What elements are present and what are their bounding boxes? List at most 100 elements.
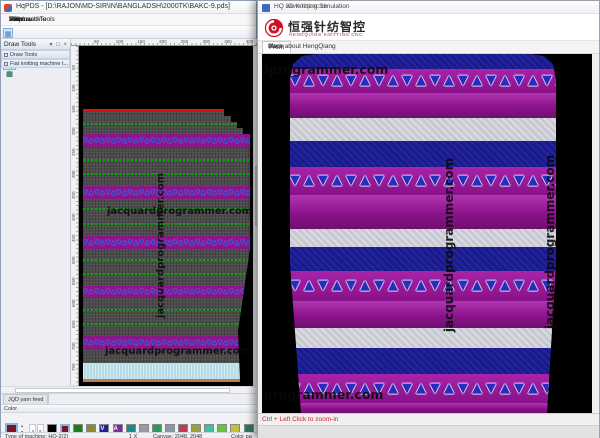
ruler-horizontal: 50100150200250300350400	[71, 39, 258, 46]
simulation-viewport[interactable]: ▼▲▼▲▼▲▼▲▼▲▼▲▼▲▼▲▼▲▼▲▼▲▼▲▼▲▼▲▼▲▼▲ ▼▲▼▲▼▲▼▲…	[262, 54, 592, 413]
hqpds-window-title: HqPDS - [D:\RAJON\MD-SIR\IN\BANGLADSH\20…	[16, 1, 230, 13]
watermark-text-vertical: jacquardprogrammer.com	[156, 161, 167, 331]
status-item: Type of machine: HQ-2(2)	[5, 434, 68, 438]
knit-row-line	[83, 123, 250, 125]
ruler-label: 750	[71, 363, 76, 371]
ruler-label: 600	[71, 299, 76, 307]
piece-band-hem	[83, 379, 250, 382]
color-panel-body: 1▴▾◂▸0123V4A56789101112131415	[1, 413, 258, 433]
simulated-fabric[interactable]: ▼▲▼▲▼▲▼▲▼▲▼▲▼▲▼▲▼▲▼▲▼▲▼▲▼▲▼▲▼▲▼▲ ▼▲▼▲▼▲▼▲…	[290, 54, 556, 413]
ruler-label: 300	[71, 170, 76, 178]
piece-band-motif: ▼▲▼▲▼▲▼▲▼▲▼▲▼▲▼▲▼▲▼▲▼▲▼▲▼▲▼▲▼▲▼▲▼▲▼▲▼▲▼▲…	[83, 286, 250, 298]
ruler-label: 250	[181, 39, 189, 44]
ruler-label: 100	[71, 84, 76, 92]
canvas-horizontal-scrollbar[interactable]	[1, 386, 258, 393]
simulation-app-icon	[262, 4, 270, 12]
menubar: FileEditViewAdvanced ToolsWindowHelpFlat…	[1, 14, 256, 26]
ruler-label: 300	[203, 39, 211, 44]
watermark-text-vertical: jacquardprogrammer.com	[442, 95, 456, 395]
watermark-text: jacquardprogrammer.com	[105, 346, 250, 357]
grid-2-icon[interactable]: ▦	[3, 28, 13, 38]
knit-row-line	[83, 323, 250, 325]
ruler-label: 350	[71, 191, 76, 199]
collapse-icon[interactable]	[4, 53, 8, 57]
fabric-band-navy	[290, 247, 556, 271]
piece-band-gray	[83, 199, 250, 236]
draw-tool-icon[interactable]: ●	[3, 68, 16, 79]
fabric-band-purple	[290, 195, 556, 229]
ruler-label: 650	[71, 320, 76, 328]
fabric-band-purple	[290, 93, 556, 118]
watermark-text: jacquardprogrammer.com	[262, 62, 388, 77]
piece-band-motif: ▼▲▼▲▼▲▼▲▼▲▼▲▼▲▼▲▼▲▼▲▼▲▼▲▼▲▼▲▼▲▼▲▼▲▼▲▼▲▼▲…	[83, 236, 250, 249]
panel-body: Draw Tools◉▭✏↰╲╲▭▧▢▭○◌◇✚◎◍○◈✏T▦▤✏▨▦▥◨◧◩◪…	[1, 50, 70, 68]
ruler-label: 350	[224, 39, 232, 44]
fabric-band-navy	[290, 141, 556, 167]
ruler-label: 100	[116, 39, 124, 44]
knit-row-line	[83, 159, 250, 161]
zoom-hint-text: Ctrl + Left Click to zoom-in	[262, 414, 338, 425]
pattern-canvas[interactable]: ▼▲▼▲▼▲▼▲▼▲▼▲▼▲▼▲▼▲▼▲▼▲▼▲▼▲▼▲▼▲▼▲▼▲▼▲▼▲▼▲…	[79, 46, 253, 386]
hqpds-window: HqPDS - [D:\RAJON\MD-SIR\IN\BANGLADSH\20…	[0, 0, 257, 438]
color-panel: Color 1▴▾◂▸0123V4A56789101112131415	[1, 404, 258, 432]
fabric-band-white	[290, 118, 556, 141]
ruler-label: 200	[71, 127, 76, 135]
brand-bar: 恒强针纺智控 HENGQIANG KNITTING CNC	[258, 14, 599, 41]
knit-row-line	[83, 223, 250, 225]
piece-band-motif: ▼▲▼▲▼▲▼▲▼▲▼▲▼▲▼▲▼▲▼▲▼▲▼▲▼▲▼▲▼▲▼▲▼▲▼▲▼▲▼▲…	[83, 134, 250, 148]
simulation-tabbar: FrontBackMore about HengQiang	[258, 41, 599, 54]
piece-band-gray	[83, 249, 250, 286]
simulation-window-footer	[258, 425, 599, 438]
status-item: Color pa	[231, 434, 252, 438]
knit-row-line	[83, 259, 250, 261]
knit-row-line	[83, 309, 250, 311]
piece-band-gray	[83, 148, 250, 186]
simulation-statusbar: Ctrl + Left Click to zoom-in	[258, 413, 599, 425]
ruler-label: 450	[71, 234, 76, 242]
color-panel-header: Color	[1, 405, 258, 413]
ruler-label: 250	[71, 148, 76, 156]
simulation-titlebar: HQ 3D Knitting Simulation www.hqcnc.cn	[258, 1, 599, 14]
fabric-band-white	[290, 328, 556, 348]
status-item: 1 X	[129, 434, 137, 438]
simulation-window-url: www.hqcnc.cn	[286, 1, 328, 13]
hqpds-app-icon	[4, 4, 12, 12]
pattern-piece[interactable]: ▼▲▼▲▼▲▼▲▼▲▼▲▼▲▼▲▼▲▼▲▼▲▼▲▼▲▼▲▼▲▼▲▼▲▼▲▼▲▼▲…	[83, 109, 250, 382]
view-tabbar: |◀◀▶▶|Knit viewIntarsia viewJQD ViewJQD …	[1, 393, 258, 404]
knit-row-line	[83, 273, 250, 275]
fabric-band-purple	[290, 301, 556, 328]
ruler-label: 150	[137, 39, 145, 44]
group-header-flat-knitting[interactable]: Flat knitting machine t...	[1, 59, 70, 68]
hqpds-titlebar: HqPDS - [D:\RAJON\MD-SIR\IN\BANGLADSH\20…	[1, 1, 256, 14]
status-item: Canvas: 2048, 2048	[153, 434, 202, 438]
piece-band-gray	[83, 298, 250, 336]
watermark-text-vertical: jacquardprogrammer.com	[543, 142, 557, 342]
ruler-label: 150	[71, 105, 76, 113]
collapse-icon[interactable]	[4, 62, 8, 66]
tab-jqd-yarn-feed[interactable]: JQD yarn feed	[3, 394, 48, 404]
ruler-label: 700	[71, 342, 76, 350]
ruler-label: 200	[159, 39, 167, 44]
panel-title: Draw Tools	[4, 39, 36, 50]
desktop: HqPDS - [D:\RAJON\MD-SIR\IN\BANGLADSH\20…	[0, 0, 600, 438]
fabric-band-motif: ▼▲▼▲▼▲▼▲▼▲▼▲▼▲▼▲▼▲▼▲▼▲▼▲▼▲▼▲▼▲▼▲	[290, 271, 556, 301]
group-header-draw-tools[interactable]: Draw Tools	[1, 50, 70, 59]
knit-row-line	[83, 173, 250, 175]
ruler-label: 500	[71, 256, 76, 264]
ruler-label: 400	[71, 213, 76, 221]
watermark-text: jacquardprogrammer.com	[107, 206, 252, 217]
fabric-band-purple	[290, 403, 556, 413]
draw-tools-panel: Draw Tools ▾ □ × Draw Tools◉▭✏↰╲╲▭▧▢▭○◌◇…	[1, 39, 71, 386]
menu-flat-machine[interactable]: Flat machine	[9, 16, 46, 23]
group-title: Flat knitting machine t...	[10, 60, 68, 68]
ruler-label: 50	[94, 39, 99, 44]
panel-header[interactable]: Draw Tools ▾ □ ×	[1, 39, 70, 50]
ruler-label: 50	[71, 65, 76, 70]
simulation-window: HQ 3D Knitting Simulation www.hqcnc.cn 恒…	[257, 0, 600, 438]
piece-band-motif: ▼▲▼▲▼▲▼▲▼▲▼▲▼▲▼▲▼▲▼▲▼▲▼▲▼▲▼▲▼▲▼▲▼▲▼▲▼▲▼▲…	[83, 186, 250, 199]
hengqiang-logo-icon	[264, 18, 284, 38]
watermark-text: jacquardprogrammer.com	[262, 387, 383, 402]
fabric-band-motif: ▼▲▼▲▼▲▼▲▼▲▼▲▼▲▼▲▼▲▼▲▼▲▼▲▼▲▼▲▼▲▼▲	[290, 167, 556, 195]
fabric-band-white	[290, 229, 556, 247]
sim-tab-more-about-hengqiang[interactable]: More about HengQiang	[262, 41, 342, 53]
